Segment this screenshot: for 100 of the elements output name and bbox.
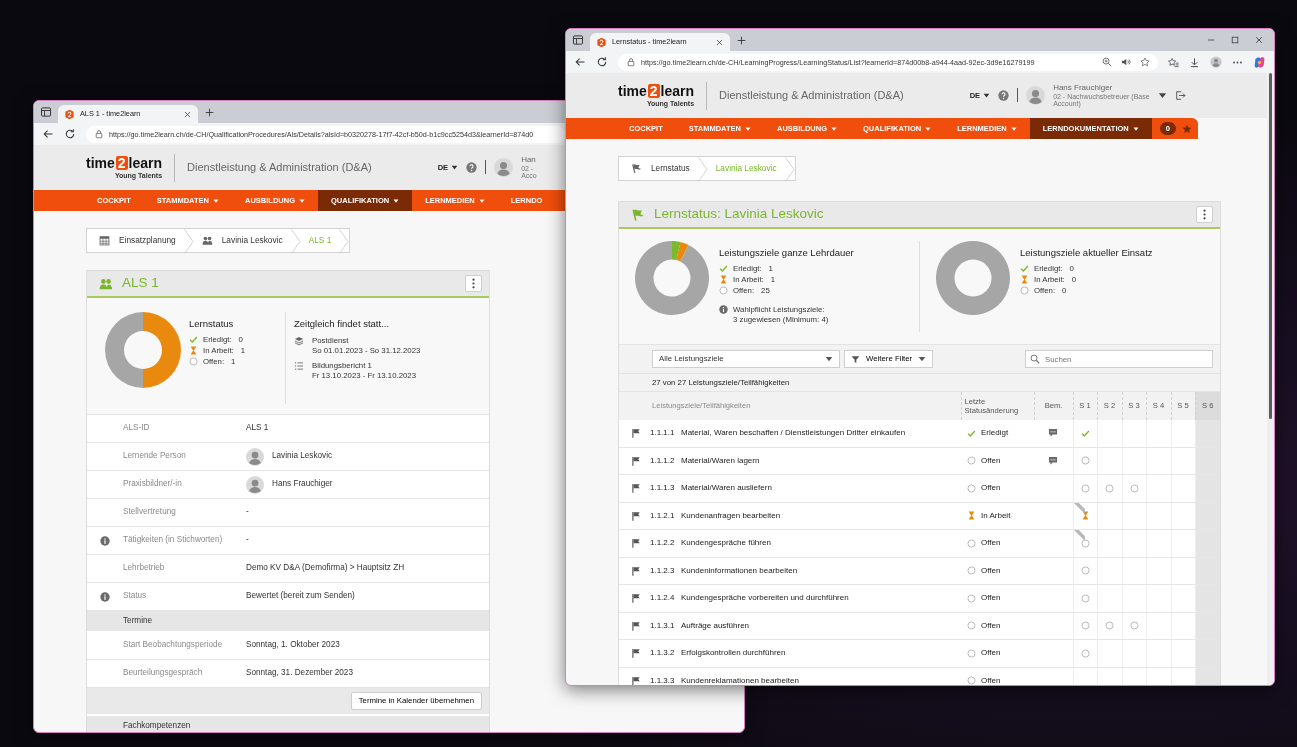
field-value: - (246, 535, 249, 546)
zoom-icon[interactable] (1102, 57, 1112, 67)
user-name: Hans Frauchiger (1053, 83, 1114, 93)
info-icon[interactable] (719, 304, 728, 314)
goal-title: Material/Waren lagern (681, 455, 760, 466)
status-label: Offen (981, 538, 1001, 549)
field-label: Praxisbildner/-in (123, 479, 183, 490)
flag-icon[interactable] (631, 620, 641, 631)
help-icon[interactable] (998, 90, 1010, 101)
status-label: In Arbeit (981, 510, 1011, 521)
flag-icon[interactable] (631, 455, 641, 466)
avatar-icon (494, 158, 514, 177)
plus-icon[interactable] (204, 106, 215, 118)
scrollbar-thumb[interactable] (1269, 73, 1272, 419)
breadcrumb-link[interactable]: Einsatzplanung (91, 229, 184, 252)
tabs-icon[interactable] (572, 34, 584, 46)
logo-text: time (618, 84, 647, 98)
info-icon[interactable] (100, 535, 110, 546)
more-options-button[interactable] (1196, 206, 1213, 223)
field-value: Bewertet (bereit zum Senden) (246, 591, 355, 602)
help-icon[interactable] (466, 162, 478, 173)
status-label: Offen (981, 648, 1001, 659)
avatar-icon (1026, 86, 1046, 105)
read-aloud-icon[interactable] (1121, 57, 1131, 67)
plus-icon[interactable] (736, 34, 747, 46)
flag-icon[interactable] (631, 565, 641, 576)
status-label: Offen (981, 593, 1001, 604)
comment-icon[interactable] (1048, 455, 1059, 466)
field-value: Sonntag, 31. Dezember 2023 (246, 668, 353, 679)
close-icon[interactable] (1254, 35, 1264, 45)
logo-text: learn (660, 84, 695, 98)
check-icon[interactable] (1080, 428, 1090, 438)
app-title: Dienstleistung & Administration (D&A) (719, 88, 904, 103)
caret-icon (918, 355, 927, 363)
back-arrow-icon[interactable] (42, 128, 54, 140)
caret-icon (451, 164, 459, 171)
comment-icon[interactable] (1048, 428, 1059, 438)
star-icon[interactable] (1181, 123, 1192, 134)
status-label: Offen (981, 483, 1001, 494)
field-value: ALS 1 (246, 423, 269, 434)
logo-badge: 2 (115, 156, 128, 170)
app-title: Dienstleistung & Administration (D&A) (187, 160, 372, 175)
goal-title: Kundengespräche führen (681, 538, 771, 549)
flag-icon[interactable] (631, 428, 641, 438)
card-title: Lernstatus: Lavinia Leskovic (654, 206, 824, 223)
more-options-button[interactable] (465, 275, 482, 292)
flag-icon[interactable] (631, 483, 641, 494)
goal-number: 1.1.3.1 (650, 620, 676, 631)
assistant-icon[interactable] (1253, 55, 1266, 69)
field-value: Demo KV D&A (Demofirma) > Hauptsitz ZH (246, 563, 405, 574)
flag-icon[interactable] (631, 510, 641, 521)
flag-icon (631, 207, 645, 222)
flag-icon[interactable] (631, 648, 641, 659)
caret-icon[interactable] (1157, 91, 1167, 100)
search-icon (1030, 354, 1040, 364)
goal-number: 1.1.2.1 (650, 510, 676, 521)
people-icon (201, 235, 213, 246)
reload-icon[interactable] (596, 56, 608, 68)
field-value: Hans Frauchiger (272, 479, 333, 490)
people-icon (99, 276, 113, 291)
download-icon[interactable] (1189, 56, 1200, 68)
close-icon[interactable] (715, 37, 724, 47)
maximize-icon[interactable] (1230, 35, 1240, 45)
card-title: ALS 1 (122, 275, 159, 292)
status-label: Offen (981, 620, 1001, 631)
star-icon[interactable] (1140, 57, 1150, 67)
lock-icon (94, 129, 104, 139)
logo-text: time (86, 156, 115, 170)
profile-icon[interactable] (1210, 56, 1222, 68)
flag-icon[interactable] (631, 675, 641, 685)
field-label: Lehrbetrieb (123, 563, 166, 574)
back-arrow-icon[interactable] (574, 56, 586, 68)
breadcrumb-link[interactable]: Lavinia Leskovic (193, 229, 291, 252)
goal-title: Aufträge ausführen (681, 620, 750, 631)
breadcrumb-link[interactable]: Lernstatus (623, 157, 698, 180)
flag-icon[interactable] (631, 593, 641, 604)
flag-icon[interactable] (631, 538, 641, 549)
field-value: Lavinia Leskovic (272, 451, 333, 462)
field-label: Start Beobachtungsperiode (123, 640, 224, 651)
goal-title: Erfolgskontrollen durchführen (681, 648, 786, 659)
info-icon[interactable] (100, 591, 110, 602)
section-header: Termine (87, 611, 489, 632)
goal-title: Kundenanfragen bearbeiten (681, 510, 781, 521)
stack-icon (294, 335, 304, 346)
logout-icon[interactable] (1174, 90, 1186, 101)
lock-icon (626, 57, 636, 67)
list-icon (294, 361, 304, 372)
section-header: Fachkompetenzen (87, 716, 489, 732)
status-label: Offen (981, 565, 1001, 576)
goal-number: 1.1.1.1 (650, 428, 676, 438)
close-icon[interactable] (183, 109, 192, 119)
app-logo-icon (596, 36, 607, 48)
tabs-icon[interactable] (40, 106, 52, 118)
reload-icon[interactable] (64, 128, 76, 140)
favorites-icon[interactable] (1168, 56, 1179, 68)
goal-title: Material/Waren ausliefern (681, 483, 772, 494)
field-label: Tätigkeiten (in Stichworten) (123, 535, 224, 546)
goal-number: 1.1.3.3 (650, 675, 676, 685)
field-label: Stellvertretung (123, 507, 177, 518)
filter-icon (851, 354, 860, 364)
